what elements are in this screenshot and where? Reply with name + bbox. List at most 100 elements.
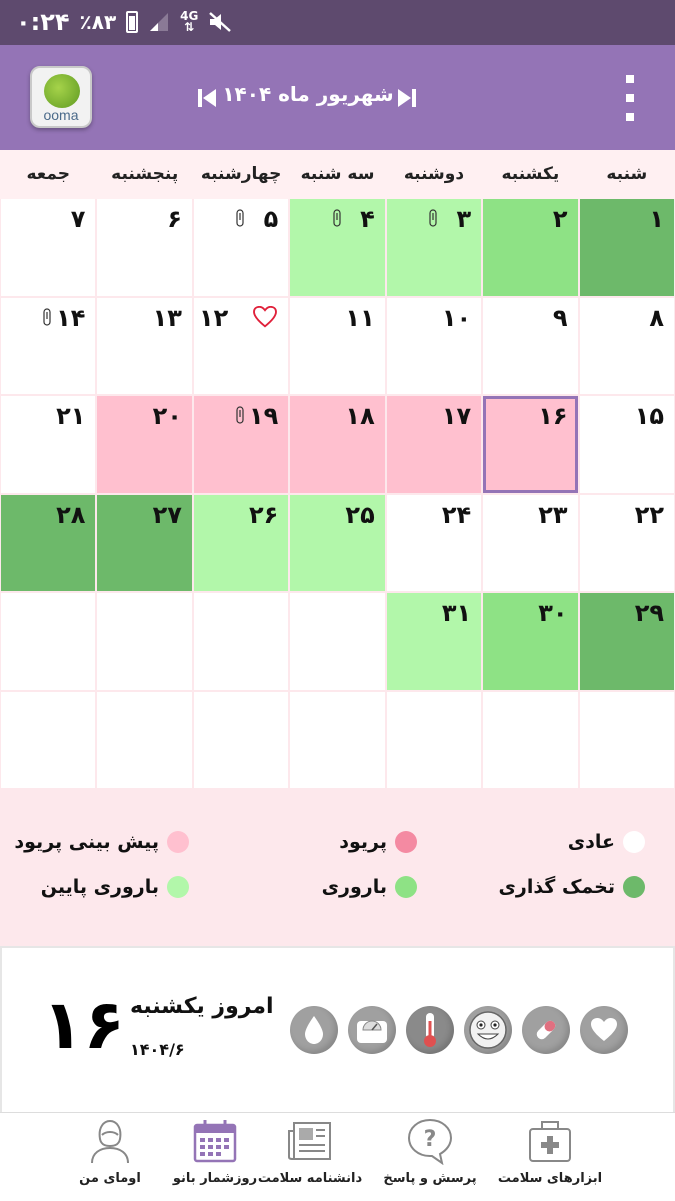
calendar-day[interactable]: ۲۲ bbox=[579, 494, 674, 591]
heart-icon[interactable] bbox=[580, 1006, 628, 1054]
calendar-day[interactable]: ۳۱ bbox=[386, 593, 482, 690]
overflow-menu-icon[interactable] bbox=[620, 75, 640, 121]
weekday-header: شنبه یکشنبه دوشنبه سه شنبه چهارشنبه پنجش… bbox=[0, 150, 675, 199]
calendar-empty-cell bbox=[1, 691, 96, 788]
nav-my-ooma-label: اومای من bbox=[79, 1171, 141, 1186]
pill-icon[interactable] bbox=[522, 1006, 570, 1054]
calendar-day[interactable]: ۱۴ bbox=[1, 297, 96, 394]
weekday-wednesday: چهارشنبه bbox=[200, 164, 282, 184]
weekday-saturday: شنبه bbox=[606, 164, 648, 184]
calendar-day[interactable]: ۱۹ bbox=[193, 396, 289, 493]
calendar-day[interactable]: ۲۵ bbox=[290, 494, 385, 591]
first-aid-kit-icon bbox=[529, 1121, 571, 1162]
newspaper-icon bbox=[288, 1122, 331, 1160]
calendar-grid: ۱ ۲ ۳ ۴ ۵ ۶ ۷ ۸ ۹ ۱۰ ۱۱ ۱۲ ۱۳ ۱۴ ۱۵ ۱۶ ۱۷ ۱۸ ۱۹ ۲۰ ۲۱ ۲۲ ۲۳ ۲۴ ۲… bbox=[0, 199, 675, 788]
day-number: ۱۷ bbox=[441, 402, 472, 430]
calendar-day[interactable]: ۶ bbox=[97, 199, 192, 296]
legend-period-prediction-dot bbox=[167, 831, 189, 853]
calendar-icon bbox=[193, 1120, 237, 1163]
smiley-icon[interactable] bbox=[464, 1006, 512, 1054]
legend-ovulation: تخمک گذاری bbox=[498, 876, 645, 898]
day-number: ۲۸ bbox=[56, 500, 86, 529]
previous-month-icon[interactable] bbox=[196, 87, 218, 109]
calendar-day[interactable]: ۱۲ bbox=[193, 297, 289, 394]
day-number: ۱۳ bbox=[152, 303, 182, 332]
network-type: 4G ⇅ bbox=[180, 9, 199, 34]
calendar-day[interactable]: ۲۰ bbox=[97, 396, 192, 493]
note-icon bbox=[429, 209, 437, 227]
day-number: ۱۸ bbox=[345, 402, 375, 430]
next-month-icon[interactable] bbox=[396, 87, 418, 109]
legend-fertile-dot bbox=[395, 876, 417, 898]
day-number: ۲۳ bbox=[538, 500, 568, 529]
bottom-nav: ابزارهای سلامت ? پرسش و پاسخ دانشنامه سل… bbox=[0, 1112, 675, 1200]
calendar-day[interactable]: ۹ bbox=[483, 297, 578, 394]
calendar-day[interactable]: ۴ bbox=[290, 199, 385, 296]
battery-percent: ٪۸۳ bbox=[79, 10, 117, 34]
menu-dot bbox=[626, 94, 634, 102]
month-title: شهریور ماه ۱۴۰۴ bbox=[222, 82, 394, 106]
day-number: ۲۴ bbox=[441, 500, 472, 529]
calendar-day[interactable]: ۳۰ bbox=[483, 593, 578, 690]
battery-icon bbox=[126, 11, 139, 33]
calendar-empty-cell bbox=[193, 593, 289, 690]
scale-icon[interactable] bbox=[348, 1006, 396, 1054]
calendar-empty-cell bbox=[1, 593, 96, 690]
day-number: ۱۵ bbox=[634, 402, 664, 430]
ooma-logo[interactable]: ooma bbox=[30, 66, 92, 128]
weekday-tuesday: سه شنبه bbox=[300, 164, 375, 184]
calendar-day[interactable]: ۱ bbox=[579, 199, 674, 296]
status-left: ۰:۲۴ ٪۸۳ 4G ⇅ bbox=[16, 8, 234, 36]
weekday-friday: جمعه bbox=[26, 164, 71, 184]
calendar-day[interactable]: ۲۹ bbox=[579, 593, 674, 690]
calendar-day[interactable]: ۱۰ bbox=[386, 297, 482, 394]
calendar-day[interactable]: ۲۸ bbox=[1, 494, 96, 591]
calendar-day[interactable]: ۲۴ bbox=[386, 494, 482, 591]
day-number: ۴ bbox=[360, 205, 375, 233]
calendar-day[interactable]: ۷ bbox=[1, 199, 96, 296]
legend-fertile: باروری bbox=[322, 876, 417, 898]
day-number: ۲۰ bbox=[152, 402, 182, 430]
today-panel: ۱۶ امروز یکشنبه ۱۴۰۴/۶ bbox=[0, 946, 675, 1112]
menu-dot bbox=[626, 75, 634, 83]
question-icon: ? bbox=[407, 1118, 453, 1165]
nav-health-tools[interactable]: ابزارهای سلامت bbox=[490, 1117, 610, 1201]
legend-period-label: پریود bbox=[339, 831, 387, 853]
day-number: ۸ bbox=[649, 303, 664, 332]
calendar-day[interactable]: ۲۷ bbox=[97, 494, 192, 591]
calendar-day[interactable]: ۸ bbox=[579, 297, 674, 394]
nav-qa[interactable]: ? پرسش و پاسخ bbox=[370, 1117, 490, 1201]
note-icon bbox=[236, 406, 244, 424]
legend-normal-label: عادی bbox=[567, 831, 615, 853]
nav-qa-label: پرسش و پاسخ bbox=[383, 1171, 477, 1186]
legend-normal: عادی bbox=[568, 831, 645, 853]
calendar-day[interactable]: ۱۵ bbox=[579, 396, 674, 493]
calendar-day[interactable]: ۳ bbox=[386, 199, 482, 296]
thermometer-icon[interactable] bbox=[406, 1006, 454, 1054]
calendar-day[interactable]: ۱۸ bbox=[290, 396, 385, 493]
nav-period-calendar[interactable]: روزشمار بانو bbox=[155, 1117, 275, 1201]
drop-icon[interactable] bbox=[290, 1006, 338, 1054]
mute-icon bbox=[209, 12, 232, 32]
calendar-day[interactable]: ۲۳ bbox=[483, 494, 578, 591]
weekday-monday: دوشنبه bbox=[403, 164, 465, 184]
nav-my-ooma[interactable]: اومای من bbox=[50, 1117, 170, 1201]
status-bar: ۰:۲۴ ٪۸۳ 4G ⇅ bbox=[0, 0, 675, 45]
today-label: امروز یکشنبه bbox=[130, 994, 274, 1019]
calendar-empty-cell bbox=[97, 593, 192, 690]
legend-low-fertile: باروری پایین bbox=[41, 876, 189, 898]
day-number: ۹ bbox=[552, 303, 568, 332]
calendar-day[interactable]: ۲۱ bbox=[1, 396, 96, 493]
calendar-day-today[interactable]: ۱۶ bbox=[483, 396, 578, 493]
calendar-day[interactable]: ۲۶ bbox=[193, 494, 289, 591]
calendar-day[interactable]: ۱۱ bbox=[290, 297, 385, 394]
calendar-empty-cell bbox=[193, 691, 289, 788]
calendar-day[interactable]: ۱۷ bbox=[386, 396, 482, 493]
legend: عادی پریود پیش بینی پریود تخمک گذاری بار… bbox=[0, 788, 675, 946]
day-number: ۲ bbox=[552, 205, 568, 233]
calendar-day[interactable]: ۱۳ bbox=[97, 297, 192, 394]
status-time: ۰:۲۴ bbox=[16, 8, 70, 36]
day-number: ۱۲ bbox=[199, 303, 229, 332]
calendar-day[interactable]: ۵ bbox=[193, 199, 289, 296]
calendar-day[interactable]: ۲ bbox=[483, 199, 578, 296]
